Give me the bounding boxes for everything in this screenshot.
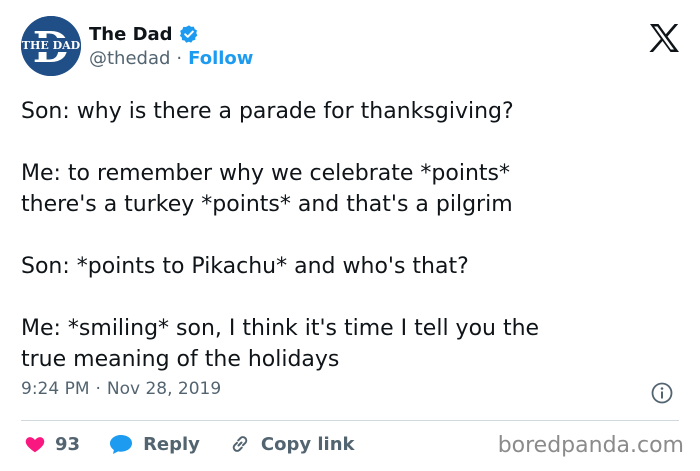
info-icon[interactable]	[650, 381, 674, 405]
like-count: 93	[55, 433, 81, 455]
timestamp-separator: ·	[95, 379, 101, 399]
handle[interactable]: @thedad	[89, 48, 170, 69]
handle-row: @thedad · Follow	[89, 48, 253, 69]
link-icon	[232, 436, 248, 452]
tweet-paragraph: Me: *smiling* son, I think it's time I t…	[21, 316, 540, 372]
tweet-paragraph: Me: to remember why we celebrate *points…	[21, 161, 513, 217]
tweet-date: Nov 28, 2019	[106, 379, 222, 399]
copy-link-button[interactable]: Copy link	[228, 432, 355, 456]
x-logo-icon[interactable]	[644, 18, 684, 58]
reply-bubble-icon	[110, 435, 133, 454]
heart-icon	[25, 437, 45, 453]
follow-button[interactable]: Follow	[188, 48, 253, 69]
like-button[interactable]: 93	[24, 433, 80, 455]
reply-button[interactable]: Reply	[108, 433, 200, 455]
avatar-text: THE DAD	[22, 39, 81, 52]
reply-label: Reply	[143, 433, 200, 455]
divider	[21, 420, 679, 421]
timestamp[interactable]: 9:24 PM · Nov 28, 2019	[21, 379, 221, 399]
avatar[interactable]: D THE DAD	[21, 16, 81, 76]
tweet-text: Son: why is there a parade for thanksgiv…	[21, 96, 681, 375]
handle-separator: ·	[176, 48, 183, 69]
watermark: boredpanda.com	[497, 433, 684, 458]
tweet-time: 9:24 PM	[21, 379, 90, 399]
avatar-logo: D THE DAD	[21, 16, 81, 76]
author-name-row: The Dad	[89, 22, 199, 46]
tweet-paragraph: Son: *points to Pikachu* and who's that?	[21, 254, 469, 279]
copy-link-label: Copy link	[260, 433, 355, 455]
tweet-paragraph: Son: why is there a parade for thanksgiv…	[21, 99, 514, 124]
action-bar: 93 Reply Copy link	[24, 432, 383, 456]
verified-badge-icon	[179, 24, 199, 44]
display-name[interactable]: The Dad	[89, 24, 173, 45]
